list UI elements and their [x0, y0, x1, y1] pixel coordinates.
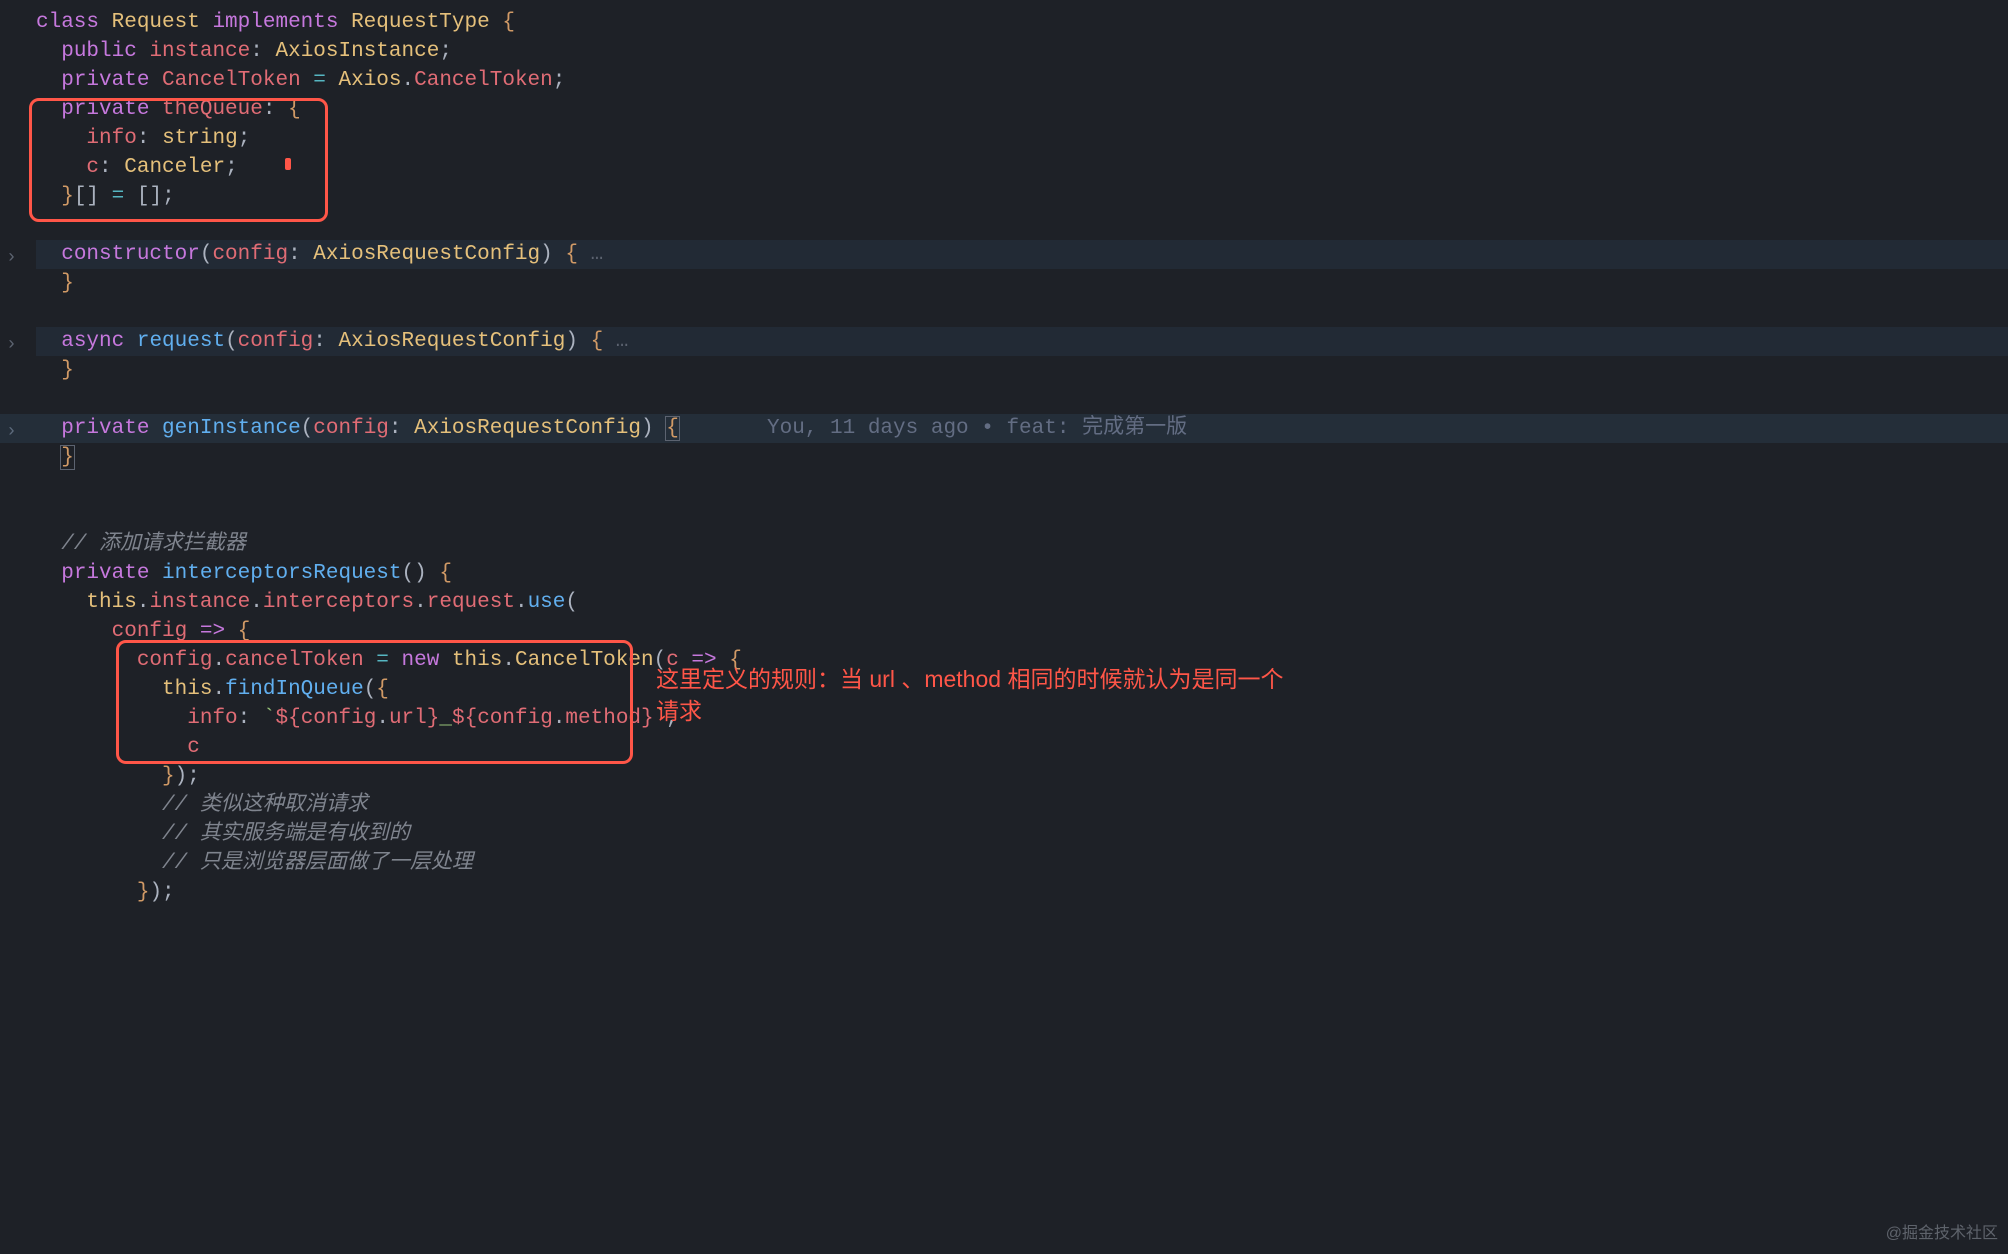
code-line[interactable]: }); [36, 878, 2008, 907]
code-editor[interactable]: ››› class Request implements RequestType… [0, 0, 2008, 907]
watermark: @掘金技术社区 [1886, 1219, 1998, 1248]
code-line[interactable]: private CancelToken = Axios.CancelToken; [36, 66, 2008, 95]
code-line[interactable]: private theQueue: { [36, 95, 2008, 124]
code-line[interactable]: // 只是浏览器层面做了一层处理 [36, 849, 2008, 878]
code-line[interactable] [36, 501, 2008, 530]
code-line[interactable]: }[] = []; [36, 182, 2008, 211]
annotation-text: 这里定义的规则：当 url 、method 相同的时候就认为是同一个请求 [656, 663, 1296, 727]
code-line[interactable]: c [36, 733, 2008, 762]
code-line[interactable]: async request(config: AxiosRequestConfig… [36, 327, 2008, 356]
code-line[interactable]: private interceptorsRequest() { [36, 559, 2008, 588]
code-area[interactable]: class Request implements RequestType { p… [36, 8, 2008, 907]
code-line[interactable]: private genInstance(config: AxiosRequest… [0, 414, 2008, 443]
code-line[interactable]: config => { [36, 617, 2008, 646]
code-line[interactable]: // 添加请求拦截器 [36, 530, 2008, 559]
code-line[interactable] [36, 298, 2008, 327]
code-line[interactable]: } [36, 269, 2008, 298]
code-line[interactable]: this.instance.interceptors.request.use( [36, 588, 2008, 617]
code-line[interactable] [36, 385, 2008, 414]
code-line[interactable]: // 其实服务端是有收到的 [36, 820, 2008, 849]
annotation-cursor [285, 158, 291, 170]
fold-marker-icon[interactable]: › [6, 331, 17, 360]
fold-marker-icon[interactable]: › [6, 244, 17, 273]
git-blame-lens: You, 11 days ago • feat: 完成第一版 [767, 417, 1187, 440]
code-line[interactable]: info: string; [36, 124, 2008, 153]
code-line[interactable]: constructor(config: AxiosRequestConfig) … [36, 240, 2008, 269]
code-line[interactable] [36, 211, 2008, 240]
code-line[interactable]: c: Canceler; [36, 153, 2008, 182]
code-line[interactable] [36, 472, 2008, 501]
code-line[interactable]: class Request implements RequestType { [36, 8, 2008, 37]
code-line[interactable]: public instance: AxiosInstance; [36, 37, 2008, 66]
code-line[interactable]: } [36, 356, 2008, 385]
code-line[interactable]: // 类似这种取消请求 [36, 791, 2008, 820]
code-line[interactable]: }); [36, 762, 2008, 791]
code-line[interactable]: } [36, 443, 2008, 472]
